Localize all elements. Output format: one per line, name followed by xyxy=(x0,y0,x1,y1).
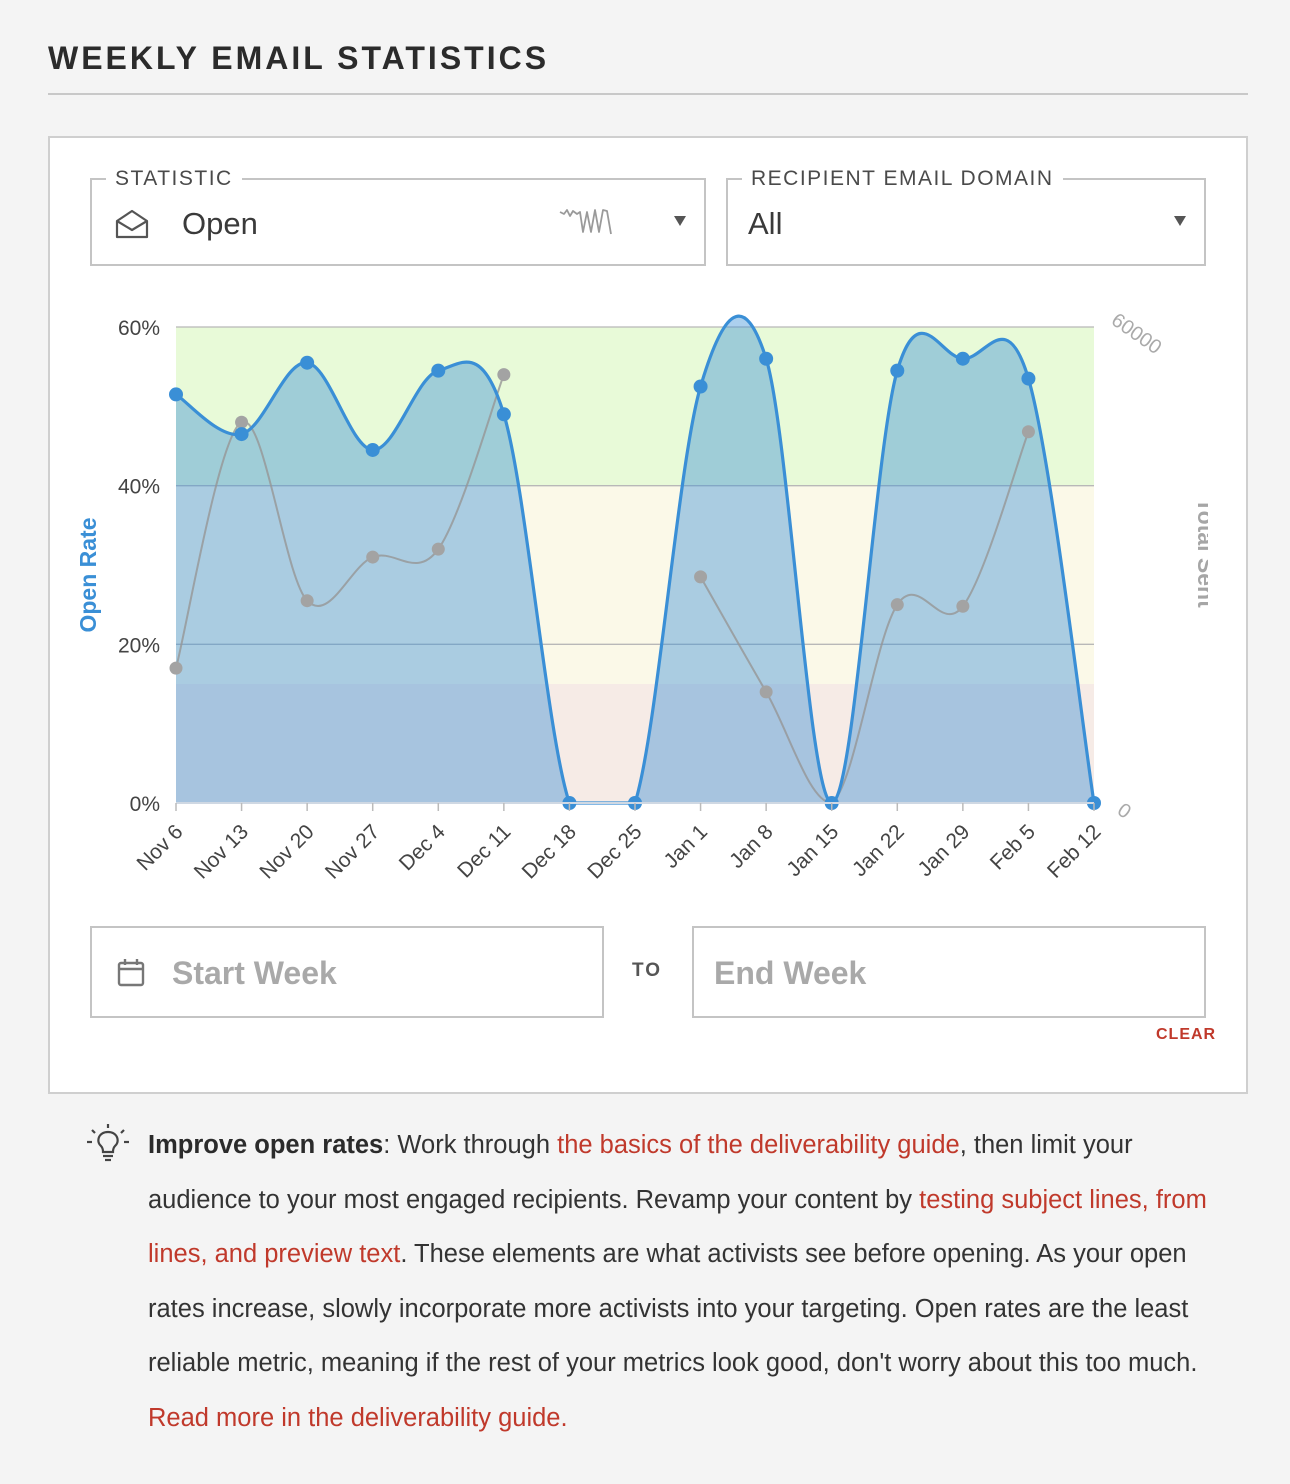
total-sent-point xyxy=(1021,425,1035,439)
x-tick-label: Jan 22 xyxy=(848,820,909,881)
y2-tick-label: 60000 xyxy=(1107,309,1165,359)
statistic-value: Open xyxy=(182,206,258,241)
y-tick-label: 40% xyxy=(118,476,160,499)
total-sent-point xyxy=(890,598,904,612)
envelope-open-icon xyxy=(115,209,149,239)
open-rate-chart: 0% 20% 40% 60% 60000 0 Open Rate Total Sent Nov … xyxy=(75,309,1208,884)
y-tick-label: 20% xyxy=(118,634,160,657)
x-tick-label: Feb 12 xyxy=(1043,820,1106,883)
y-tick-label: 60% xyxy=(118,317,160,340)
tip-title: Improve open rates xyxy=(148,1131,384,1159)
total-sent-point xyxy=(694,570,708,584)
open-rate-point xyxy=(431,363,446,378)
recipient-domain-select[interactable]: RECIPIENT EMAIL DOMAIN All xyxy=(726,167,1206,266)
total-sent-point xyxy=(300,594,314,608)
open-rate-point xyxy=(890,363,905,378)
improve-open-rates-tip: Improve open rates: Work through the bas… xyxy=(148,1118,1218,1445)
title-divider xyxy=(48,93,1248,95)
total-sent-point xyxy=(366,550,380,564)
lightbulb-icon xyxy=(87,1124,129,1162)
x-tick-label: Dec 18 xyxy=(518,820,581,883)
x-tick-label: Nov 20 xyxy=(255,820,318,883)
open-rate-point xyxy=(234,427,249,442)
open-rate-point xyxy=(496,407,511,422)
y-tick-label: 0% xyxy=(130,793,160,816)
domain-legend: RECIPIENT EMAIL DOMAIN xyxy=(742,167,1063,191)
open-rate-point xyxy=(365,442,380,457)
page-title: WEEKLY EMAIL STATISTICS xyxy=(48,40,550,76)
x-tick-label: Jan 1 xyxy=(660,820,713,873)
x-tick-label: Dec 4 xyxy=(395,820,450,875)
x-tick-label: Jan 15 xyxy=(782,820,843,881)
total-sent-point xyxy=(169,661,183,675)
total-sent-point xyxy=(956,599,970,613)
open-rate-point xyxy=(955,351,970,366)
y2-tick-label: 0 xyxy=(1113,799,1135,823)
x-tick-label: Nov 13 xyxy=(190,820,253,883)
chevron-down-icon xyxy=(674,216,686,226)
tip-text-1: : Work through xyxy=(383,1131,558,1159)
x-tick-label: Dec 11 xyxy=(453,820,515,882)
end-week-input[interactable]: End Week xyxy=(692,926,1206,1018)
total-sent-point xyxy=(759,685,773,699)
x-tick-label: Dec 25 xyxy=(583,820,646,883)
calendar-icon xyxy=(117,959,145,987)
y2-axis-title: Total Sent xyxy=(1193,498,1208,608)
open-rate-point xyxy=(169,387,183,402)
deliverability-basics-link[interactable]: the basics of the deliverability guide xyxy=(557,1131,960,1159)
total-sent-point xyxy=(235,415,249,429)
open-rate-point xyxy=(300,355,315,370)
clear-button[interactable]: CLEAR xyxy=(1156,1026,1216,1044)
x-tick-label: Jan 8 xyxy=(725,820,778,873)
x-tick-label: Feb 5 xyxy=(986,820,1040,874)
read-more-link[interactable]: Read more in the deliverability guide. xyxy=(148,1404,568,1432)
y-axis-title: Open Rate xyxy=(75,517,101,632)
total-sent-point xyxy=(431,542,445,556)
start-week-input[interactable]: Start Week xyxy=(90,926,604,1018)
sparkline-icon xyxy=(559,209,612,235)
x-tick-label: Nov 6 xyxy=(132,820,187,875)
total-sent-point xyxy=(497,368,511,382)
end-week-placeholder: End Week xyxy=(714,955,867,991)
x-tick-label: Jan 29 xyxy=(914,820,975,881)
open-rate-point xyxy=(1021,371,1036,386)
statistic-legend: STATISTIC xyxy=(106,167,242,191)
statistic-select[interactable]: STATISTIC Open xyxy=(90,167,706,266)
to-label: TO xyxy=(632,960,663,981)
domain-value: All xyxy=(748,206,783,241)
start-week-placeholder: Start Week xyxy=(172,955,337,991)
chevron-down-icon xyxy=(1174,216,1186,226)
x-tick-label: Nov 27 xyxy=(321,820,384,883)
open-rate-point xyxy=(759,351,774,366)
open-rate-point xyxy=(693,379,708,394)
